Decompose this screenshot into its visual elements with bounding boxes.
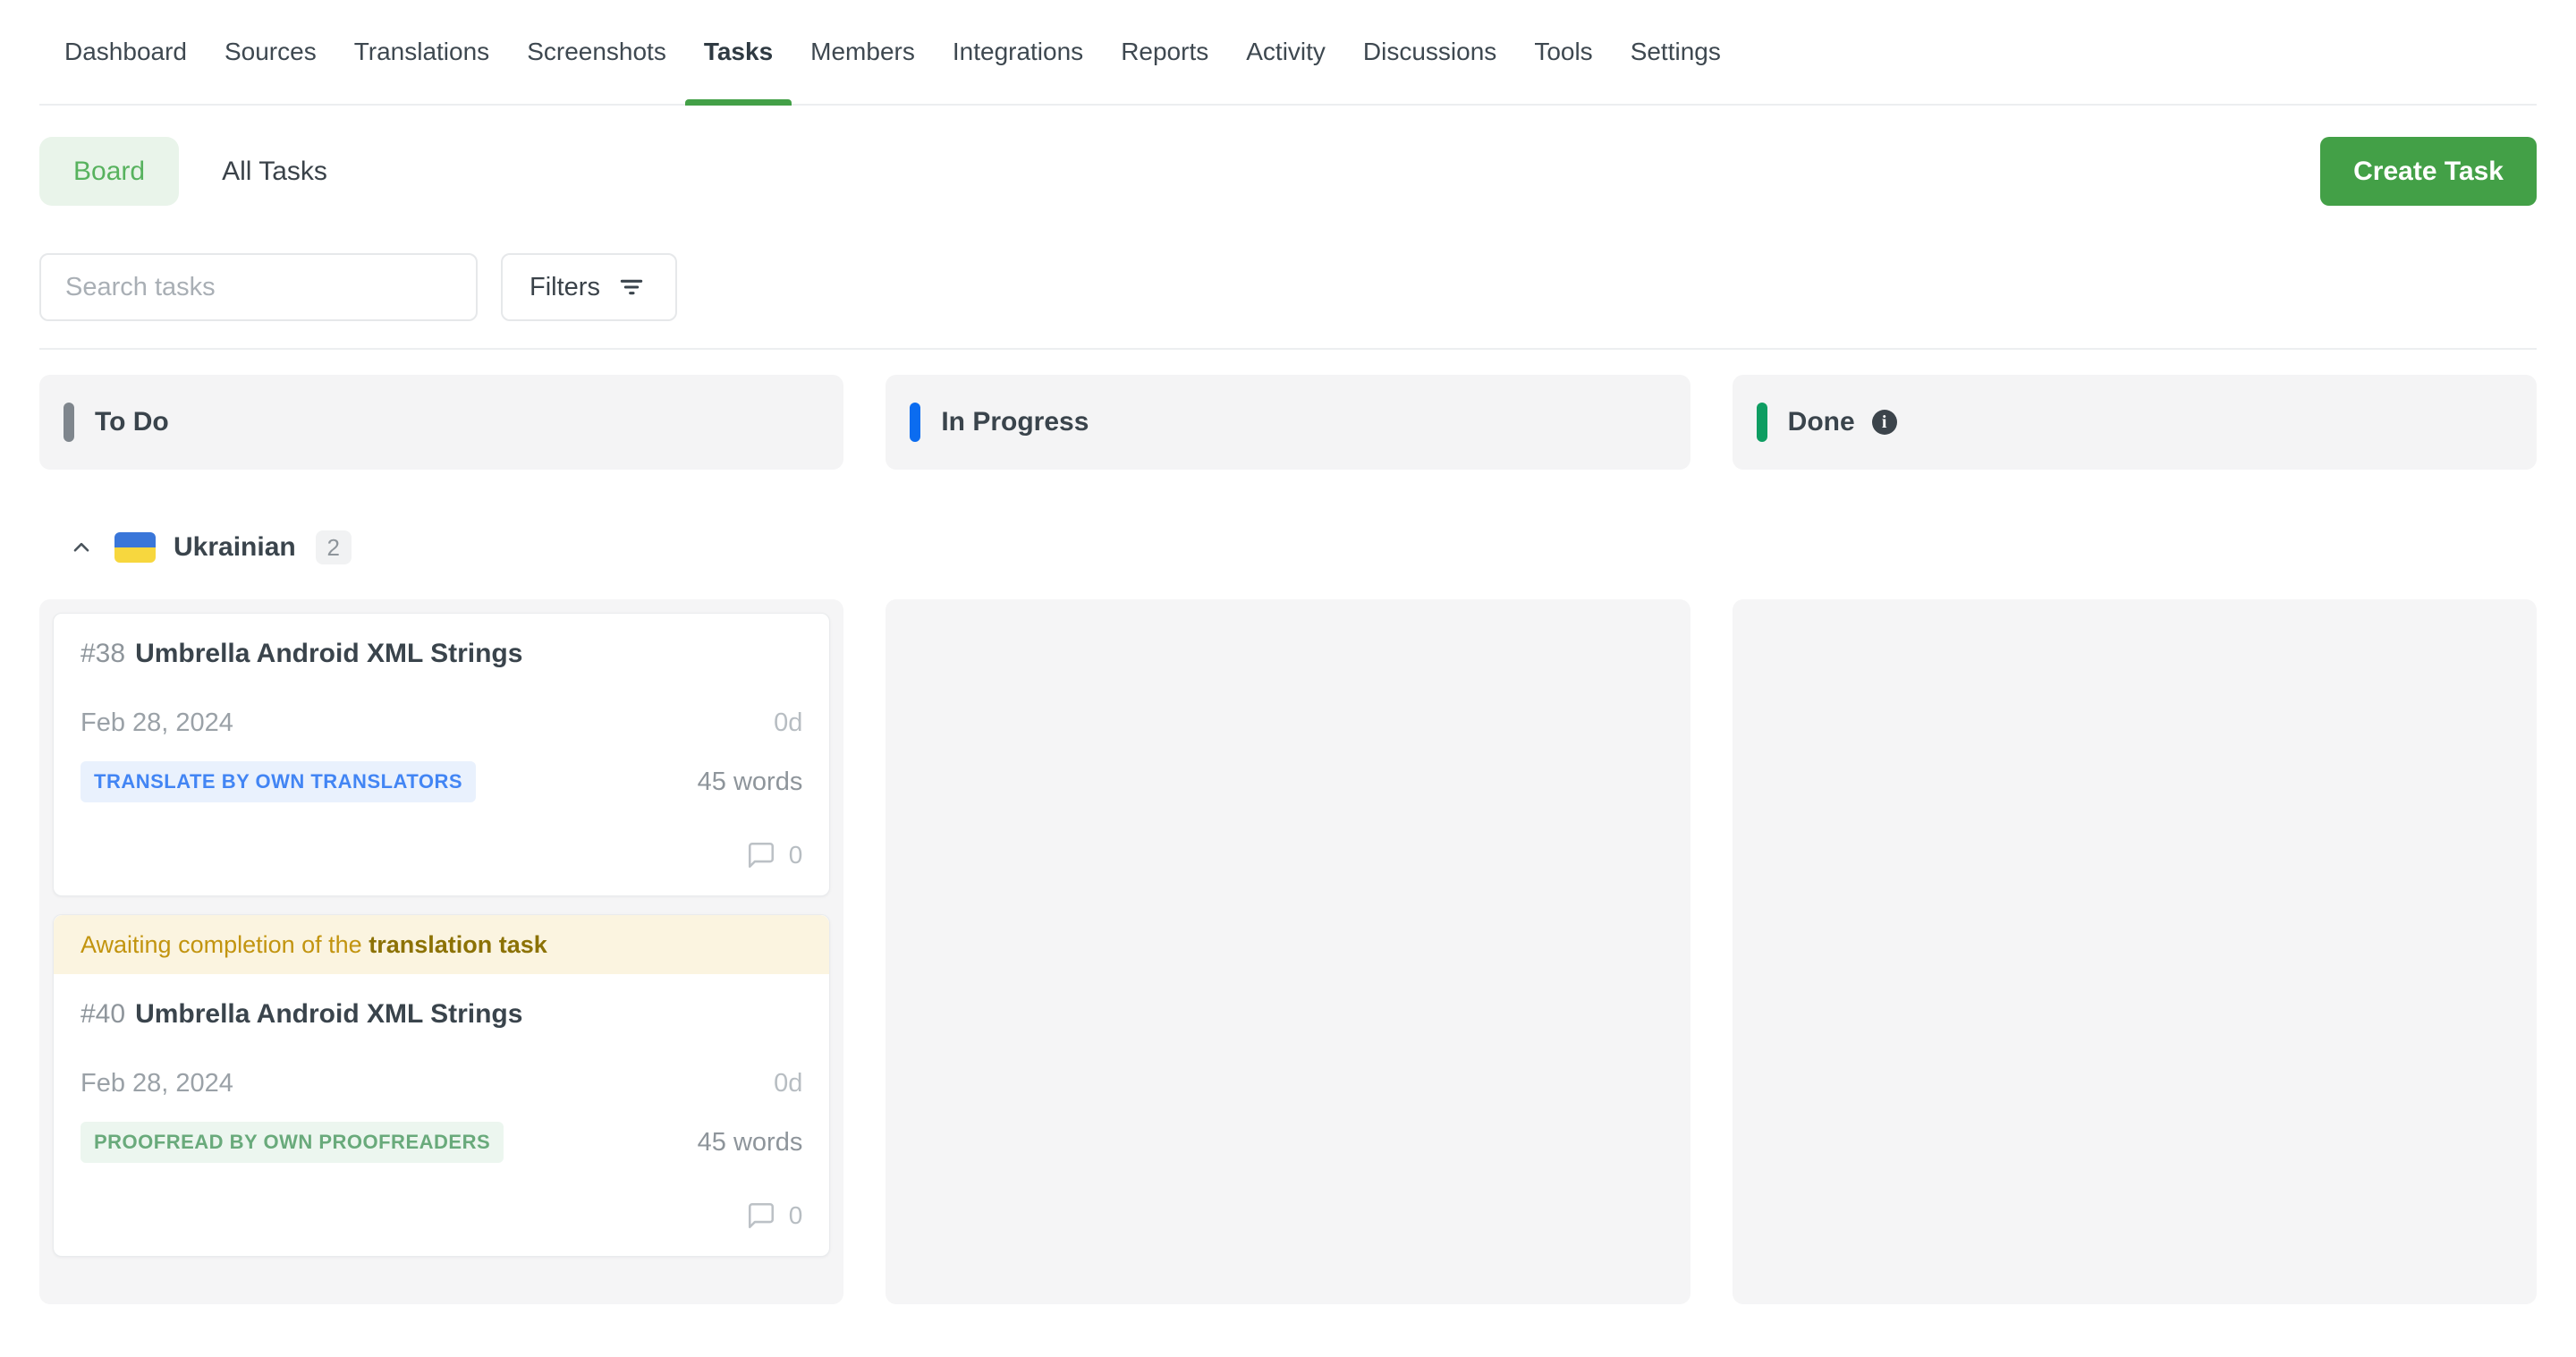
nav-reports[interactable]: Reports (1102, 0, 1227, 104)
column-header-in-progress: In Progress (886, 375, 1690, 470)
in-progress-accent-bar (910, 403, 920, 442)
lane-todo: #38 Umbrella Android XML Strings Feb 28,… (39, 599, 843, 1304)
nav-discussions[interactable]: Discussions (1344, 0, 1515, 104)
banner-text: Awaiting completion of the (80, 931, 369, 959)
todo-accent-bar (64, 403, 74, 442)
nav-activity[interactable]: Activity (1227, 0, 1344, 104)
collapse-chevron-up-icon[interactable] (68, 536, 95, 559)
filters-button[interactable]: Filters (501, 253, 677, 321)
task-date: Feb 28, 2024 (80, 708, 233, 738)
filters-bar: Filters (39, 253, 2537, 321)
done-accent-bar (1757, 403, 1767, 442)
language-group-header: Ukrainian 2 (39, 521, 2537, 574)
filters-button-label: Filters (530, 273, 600, 302)
column-title: To Do (95, 407, 169, 437)
comment-count: 0 (789, 841, 803, 869)
lane-in-progress (886, 599, 1690, 1304)
nav-dashboard[interactable]: Dashboard (46, 0, 206, 104)
language-group-name: Ukrainian (174, 532, 296, 563)
ukraine-flag-icon (114, 532, 156, 563)
comment-bubble-icon (745, 1200, 777, 1231)
task-card-40[interactable]: Awaiting completion of the translation t… (53, 914, 830, 1257)
comment-count: 0 (789, 1201, 803, 1230)
nav-integrations[interactable]: Integrations (934, 0, 1102, 104)
column-header-todo: To Do (39, 375, 843, 470)
nav-tasks[interactable]: Tasks (685, 0, 792, 104)
nav-sources[interactable]: Sources (206, 0, 335, 104)
task-duration: 0d (774, 708, 802, 738)
task-date: Feb 28, 2024 (80, 1069, 233, 1098)
column-title: In Progress (941, 407, 1089, 437)
task-title[interactable]: Umbrella Android XML Strings (135, 999, 522, 1030)
project-nav: Dashboard Sources Translations Screensho… (39, 0, 2537, 106)
column-header-done: Done i (1733, 375, 2537, 470)
info-icon[interactable]: i (1872, 410, 1897, 435)
nav-tools[interactable]: Tools (1515, 0, 1611, 104)
task-word-count: 45 words (698, 1128, 803, 1158)
filter-icon (614, 273, 648, 301)
create-task-button[interactable]: Create Task (2320, 137, 2537, 206)
nav-settings[interactable]: Settings (1612, 0, 1740, 104)
board-lanes: #38 Umbrella Android XML Strings Feb 28,… (39, 599, 2537, 1304)
column-title: Done (1788, 407, 1855, 437)
task-type-badge: TRANSLATE BY OWN TRANSLATORS (80, 761, 476, 802)
task-type-badge: PROOFREAD BY OWN PROOFREADERS (80, 1122, 504, 1163)
nav-translations[interactable]: Translations (335, 0, 508, 104)
search-input[interactable] (39, 253, 478, 321)
tab-board[interactable]: Board (39, 137, 179, 206)
section-divider (39, 348, 2537, 350)
nav-members[interactable]: Members (792, 0, 934, 104)
task-duration: 0d (774, 1069, 802, 1098)
task-number: #38 (80, 639, 125, 669)
task-card-38[interactable]: #38 Umbrella Android XML Strings Feb 28,… (53, 613, 830, 896)
language-task-count-badge: 2 (316, 530, 352, 564)
task-number: #40 (80, 999, 125, 1030)
task-word-count: 45 words (698, 768, 803, 797)
board-column-headers: To Do In Progress Done i (39, 375, 2537, 470)
view-tabs-row: Board All Tasks Create Task (39, 137, 2537, 206)
tab-all-tasks[interactable]: All Tasks (222, 157, 327, 187)
task-title[interactable]: Umbrella Android XML Strings (135, 639, 522, 669)
comment-bubble-icon (745, 840, 777, 870)
lane-done (1733, 599, 2537, 1304)
nav-screenshots[interactable]: Screenshots (508, 0, 685, 104)
banner-task-link[interactable]: translation task (369, 931, 547, 959)
awaiting-completion-banner: Awaiting completion of the translation t… (54, 915, 829, 974)
